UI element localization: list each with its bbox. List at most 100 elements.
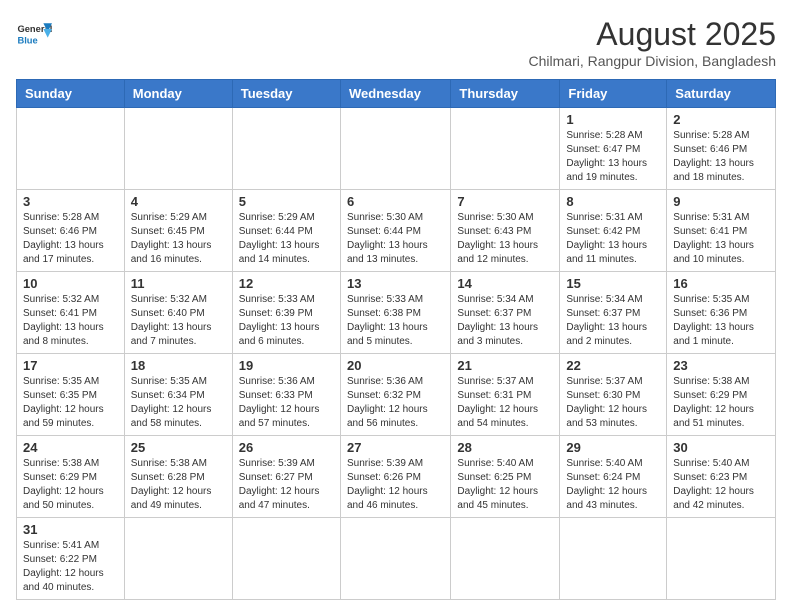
day-info: Sunrise: 5:31 AM Sunset: 6:42 PM Dayligh… [566,211,660,267]
day-number: 19 [239,358,334,373]
calendar-week-row: 3 Sunrise: 5:28 AM Sunset: 6:46 PM Daylig… [17,190,776,272]
day-number: 28 [457,440,553,455]
day-info: Sunrise: 5:29 AM Sunset: 6:44 PM Dayligh… [239,211,334,267]
calendar-table: SundayMondayTuesdayWednesdayThursdayFrid… [16,79,776,600]
calendar-cell: 8 Sunrise: 5:31 AM Sunset: 6:42 PM Daylig… [560,190,667,272]
calendar-cell: 9 Sunrise: 5:31 AM Sunset: 6:41 PM Daylig… [667,190,776,272]
calendar-cell: 19 Sunrise: 5:36 AM Sunset: 6:33 PM Dayli… [232,354,340,436]
calendar-cell: 31Sunrise: 5:41 AM Sunset: 6:22 PM Dayli… [17,518,125,600]
day-info: Sunrise: 5:37 AM Sunset: 6:30 PM Dayligh… [566,375,660,431]
calendar-cell: 11Sunrise: 5:32 AM Sunset: 6:40 PM Dayli… [124,272,232,354]
month-year-title: August 2025 [529,16,776,53]
day-number: 27 [347,440,444,455]
day-header-saturday: Saturday [667,80,776,108]
day-info: Sunrise: 5:33 AM Sunset: 6:39 PM Dayligh… [239,293,334,349]
day-number: 9 [673,194,769,209]
day-number: 3 [23,194,118,209]
day-number: 15 [566,276,660,291]
calendar-cell: 14 Sunrise: 5:34 AM Sunset: 6:37 PM Dayli… [451,272,560,354]
calendar-cell: 1 Sunrise: 5:28 AM Sunset: 6:47 PM Daylig… [560,108,667,190]
calendar-cell: 13Sunrise: 5:33 AM Sunset: 6:38 PM Dayli… [340,272,450,354]
calendar-week-row: 17 Sunrise: 5:35 AM Sunset: 6:35 PM Dayli… [17,354,776,436]
calendar-week-row: 1 Sunrise: 5:28 AM Sunset: 6:47 PM Daylig… [17,108,776,190]
day-number: 17 [23,358,118,373]
calendar-cell [560,518,667,600]
calendar-header-row: SundayMondayTuesdayWednesdayThursdayFrid… [17,80,776,108]
day-info: Sunrise: 5:40 AM Sunset: 6:25 PM Dayligh… [457,457,553,513]
day-number: 6 [347,194,444,209]
day-info: Sunrise: 5:39 AM Sunset: 6:26 PM Dayligh… [347,457,444,513]
calendar-cell: 3 Sunrise: 5:28 AM Sunset: 6:46 PM Daylig… [17,190,125,272]
calendar-cell [451,108,560,190]
day-info: Sunrise: 5:32 AM Sunset: 6:41 PM Dayligh… [23,293,118,349]
day-info: Sunrise: 5:28 AM Sunset: 6:46 PM Dayligh… [673,129,769,185]
calendar-cell [340,518,450,600]
day-number: 26 [239,440,334,455]
day-info: Sunrise: 5:31 AM Sunset: 6:41 PM Dayligh… [673,211,769,267]
day-number: 30 [673,440,769,455]
calendar-cell: 2Sunrise: 5:28 AM Sunset: 6:46 PM Daylig… [667,108,776,190]
day-info: Sunrise: 5:38 AM Sunset: 6:29 PM Dayligh… [673,375,769,431]
calendar-cell [17,108,125,190]
day-info: Sunrise: 5:28 AM Sunset: 6:47 PM Dayligh… [566,129,660,185]
day-number: 22 [566,358,660,373]
day-header-monday: Monday [124,80,232,108]
day-number: 10 [23,276,118,291]
day-number: 13 [347,276,444,291]
day-number: 24 [23,440,118,455]
day-info: Sunrise: 5:30 AM Sunset: 6:44 PM Dayligh… [347,211,444,267]
day-info: Sunrise: 5:38 AM Sunset: 6:28 PM Dayligh… [131,457,226,513]
calendar-cell: 10 Sunrise: 5:32 AM Sunset: 6:41 PM Dayli… [17,272,125,354]
day-info: Sunrise: 5:37 AM Sunset: 6:31 PM Dayligh… [457,375,553,431]
title-section: August 2025 Chilmari, Rangpur Division, … [529,16,776,69]
calendar-cell [232,108,340,190]
page-header: General Blue August 2025 Chilmari, Rangp… [16,16,776,69]
day-info: Sunrise: 5:36 AM Sunset: 6:33 PM Dayligh… [239,375,334,431]
day-header-thursday: Thursday [451,80,560,108]
calendar-cell: 18Sunrise: 5:35 AM Sunset: 6:34 PM Dayli… [124,354,232,436]
day-info: Sunrise: 5:34 AM Sunset: 6:37 PM Dayligh… [566,293,660,349]
day-number: 8 [566,194,660,209]
day-header-friday: Friday [560,80,667,108]
day-number: 7 [457,194,553,209]
day-info: Sunrise: 5:35 AM Sunset: 6:34 PM Dayligh… [131,375,226,431]
calendar-cell: 22 Sunrise: 5:37 AM Sunset: 6:30 PM Dayli… [560,354,667,436]
calendar-cell: 4 Sunrise: 5:29 AM Sunset: 6:45 PM Daylig… [124,190,232,272]
calendar-cell: 29 Sunrise: 5:40 AM Sunset: 6:24 PM Dayli… [560,436,667,518]
calendar-cell [124,108,232,190]
logo-icon: General Blue [16,16,52,52]
day-info: Sunrise: 5:32 AM Sunset: 6:40 PM Dayligh… [131,293,226,349]
day-header-wednesday: Wednesday [340,80,450,108]
day-info: Sunrise: 5:34 AM Sunset: 6:37 PM Dayligh… [457,293,553,349]
day-number: 29 [566,440,660,455]
day-header-tuesday: Tuesday [232,80,340,108]
calendar-cell: 5 Sunrise: 5:29 AM Sunset: 6:44 PM Daylig… [232,190,340,272]
day-info: Sunrise: 5:39 AM Sunset: 6:27 PM Dayligh… [239,457,334,513]
day-info: Sunrise: 5:28 AM Sunset: 6:46 PM Dayligh… [23,211,118,267]
day-header-sunday: Sunday [17,80,125,108]
calendar-cell: 15 Sunrise: 5:34 AM Sunset: 6:37 PM Dayli… [560,272,667,354]
day-number: 31 [23,522,118,537]
day-info: Sunrise: 5:40 AM Sunset: 6:24 PM Dayligh… [566,457,660,513]
calendar-cell: 24Sunrise: 5:38 AM Sunset: 6:29 PM Dayli… [17,436,125,518]
day-number: 12 [239,276,334,291]
day-number: 5 [239,194,334,209]
calendar-cell: 17 Sunrise: 5:35 AM Sunset: 6:35 PM Dayli… [17,354,125,436]
calendar-cell: 27 Sunrise: 5:39 AM Sunset: 6:26 PM Dayli… [340,436,450,518]
day-info: Sunrise: 5:40 AM Sunset: 6:23 PM Dayligh… [673,457,769,513]
calendar-cell: 6 Sunrise: 5:30 AM Sunset: 6:44 PM Daylig… [340,190,450,272]
calendar-cell [232,518,340,600]
day-number: 1 [566,112,660,127]
day-number: 4 [131,194,226,209]
day-info: Sunrise: 5:30 AM Sunset: 6:43 PM Dayligh… [457,211,553,267]
calendar-cell: 28 Sunrise: 5:40 AM Sunset: 6:25 PM Dayli… [451,436,560,518]
day-number: 14 [457,276,553,291]
calendar-cell [451,518,560,600]
calendar-week-row: 24Sunrise: 5:38 AM Sunset: 6:29 PM Dayli… [17,436,776,518]
day-info: Sunrise: 5:35 AM Sunset: 6:35 PM Dayligh… [23,375,118,431]
day-info: Sunrise: 5:29 AM Sunset: 6:45 PM Dayligh… [131,211,226,267]
day-number: 25 [131,440,226,455]
location-subtitle: Chilmari, Rangpur Division, Bangladesh [529,53,776,69]
calendar-cell: 21Sunrise: 5:37 AM Sunset: 6:31 PM Dayli… [451,354,560,436]
calendar-cell: 30 Sunrise: 5:40 AM Sunset: 6:23 PM Dayli… [667,436,776,518]
